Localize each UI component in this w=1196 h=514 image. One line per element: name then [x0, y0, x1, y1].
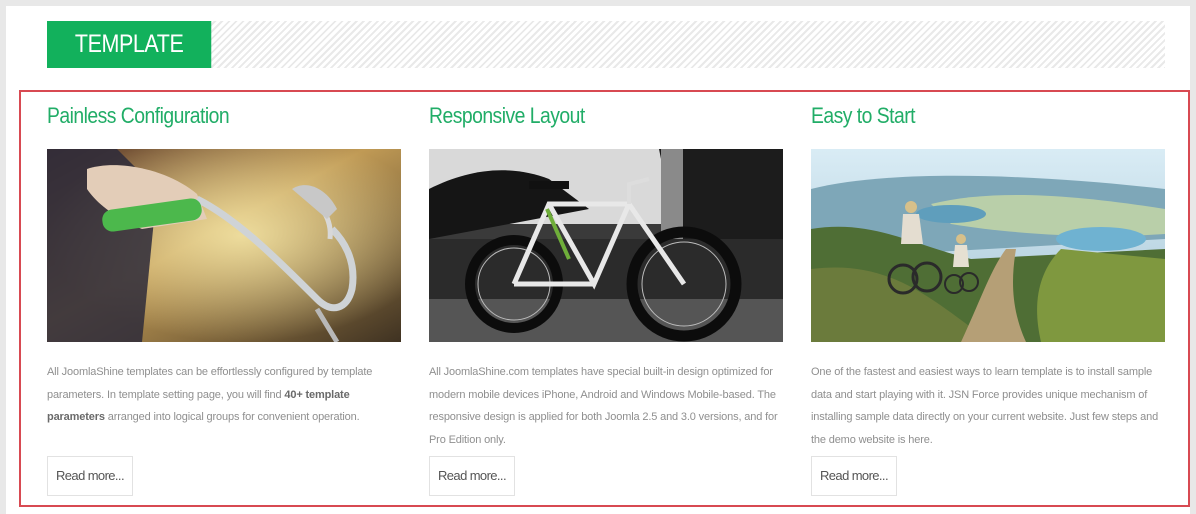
feature-description: One of the fastest and easiest ways to l…	[811, 366, 1159, 446]
read-more-button[interactable]: Read more...	[429, 456, 515, 496]
feature-heading[interactable]: Easy to Start	[811, 103, 1123, 139]
bicycle-bw-image[interactable]	[429, 149, 783, 342]
section-header-band	[47, 21, 1165, 68]
section-title: TEMPLATE DETAILS	[47, 21, 212, 105]
read-more-button[interactable]: Read more...	[47, 456, 133, 496]
feature-column-1: Painless Configuration All JoomlaShine t…	[47, 103, 401, 496]
mountain-bikers-image[interactable]	[811, 149, 1165, 342]
feature-column-3: Easy to Start One of the fastest and eas…	[811, 103, 1165, 496]
feature-description: All JoomlaShine.com templates have speci…	[429, 366, 778, 446]
feature-heading[interactable]: Responsive Layout	[429, 103, 741, 139]
feature-heading[interactable]: Painless Configuration	[47, 103, 359, 139]
feature-description: All JoomlaShine templates can be effortl…	[47, 366, 373, 423]
read-more-button[interactable]: Read more...	[811, 456, 897, 496]
feature-column-2: Responsive Layout All JoomlaShine.com te…	[429, 103, 783, 496]
bicycle-handlebar-image[interactable]	[47, 149, 401, 342]
